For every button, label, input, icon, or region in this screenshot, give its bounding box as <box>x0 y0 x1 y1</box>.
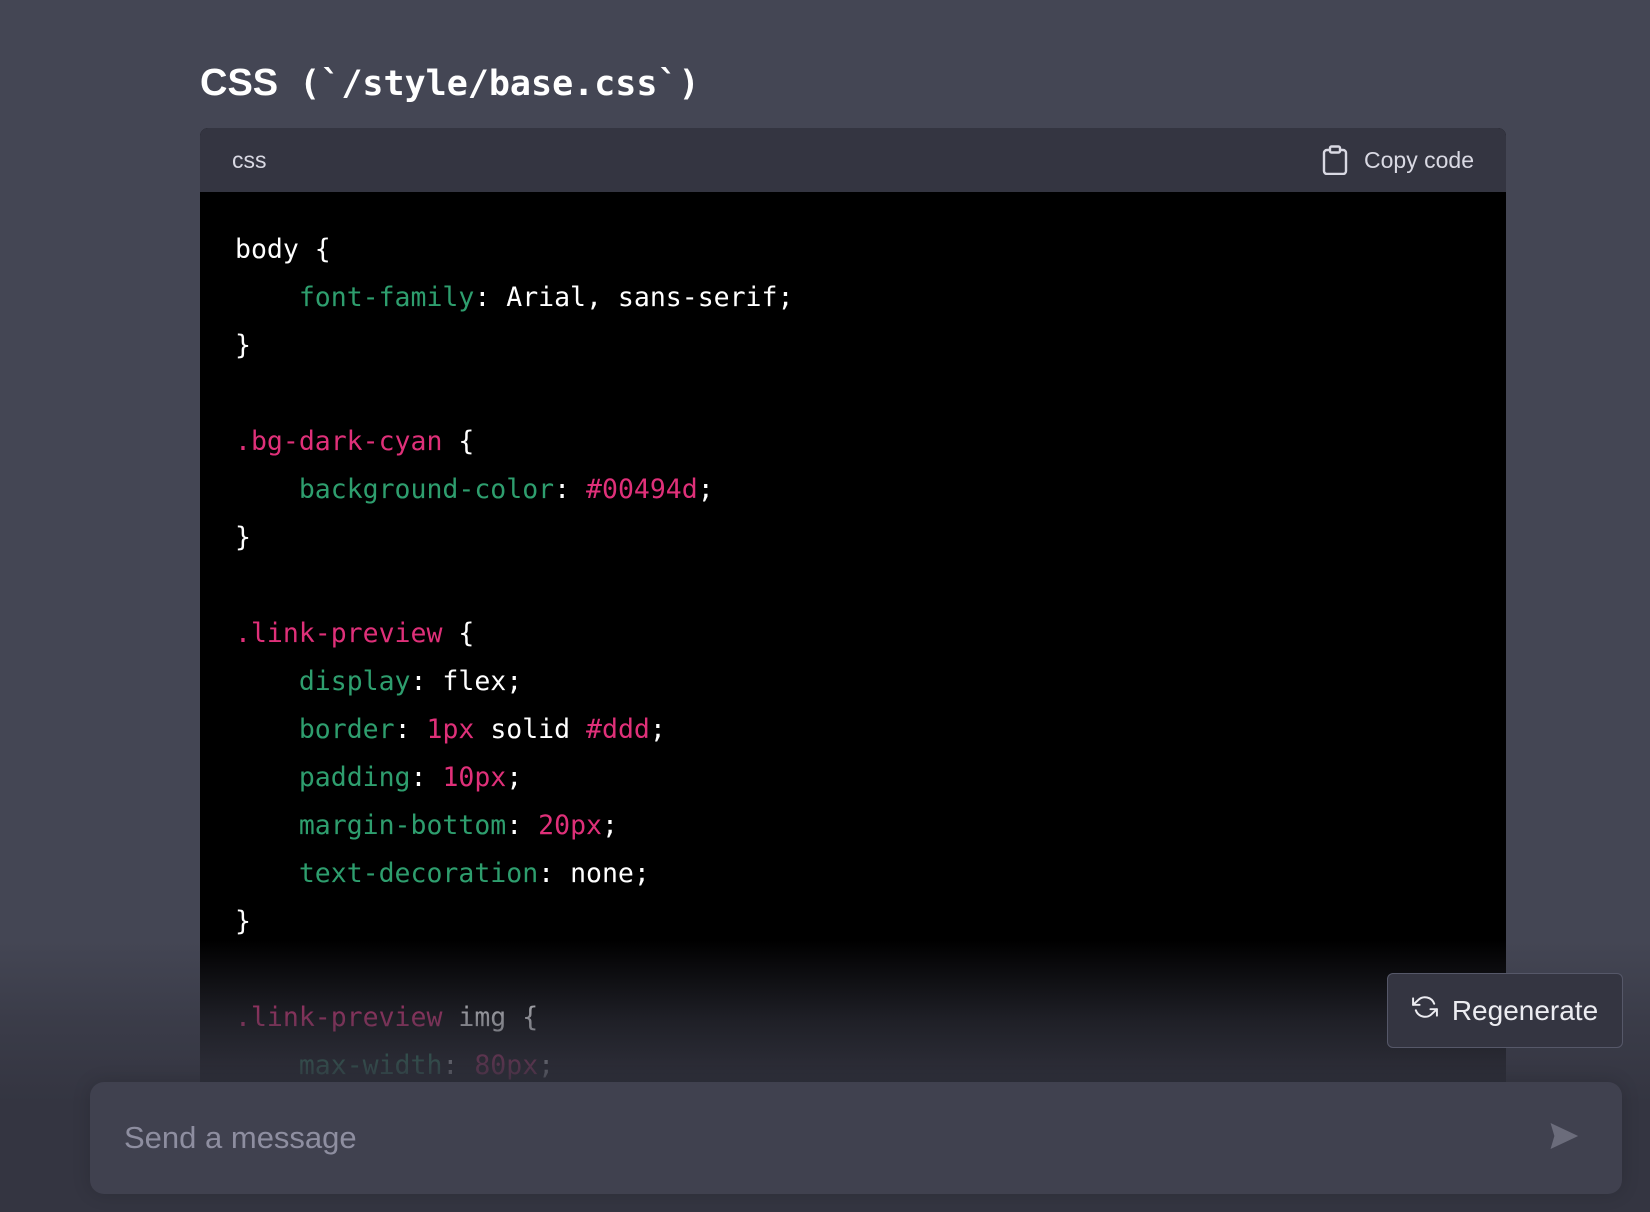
code-text: { <box>442 618 475 649</box>
code-line: .link-preview img { <box>235 994 1471 1042</box>
regenerate-button[interactable]: Regenerate <box>1387 973 1623 1048</box>
code-block: css Copy code body { font-family: Arial,… <box>200 128 1506 1128</box>
code-property: margin-bottom <box>298 810 507 841</box>
code-text: : <box>442 1050 475 1081</box>
code-property: display <box>298 666 411 697</box>
code-literal: #00494d <box>586 474 698 505</box>
code-property: max-width <box>298 1050 443 1081</box>
code-text: { <box>442 426 475 457</box>
code-line: background-color: #00494d; <box>235 466 1471 514</box>
code-text: } <box>235 330 251 361</box>
code-selector: .link-preview <box>235 1002 443 1033</box>
code-line: border: 1px solid #ddd; <box>235 706 1471 754</box>
code-text: : flex; <box>410 666 523 697</box>
code-text: ; <box>649 714 666 745</box>
code-property: background-color <box>298 474 555 505</box>
code-line: display: flex; <box>235 658 1471 706</box>
code-line: } <box>235 322 1471 370</box>
code-text: solid <box>474 714 587 745</box>
code-text: : <box>506 810 539 841</box>
code-property: text-decoration <box>298 858 539 889</box>
code-line: .bg-dark-cyan { <box>235 418 1471 466</box>
code-line: } <box>235 898 1471 946</box>
code-text: } <box>235 522 251 553</box>
code-literal: 80px <box>474 1050 539 1081</box>
code-text: } <box>235 906 251 937</box>
code-text: ; <box>506 762 523 793</box>
code-selector: .bg-dark-cyan <box>235 426 443 457</box>
code-text: ; <box>697 474 714 505</box>
code-line: .link-preview { <box>235 610 1471 658</box>
code-literal: #ddd <box>586 714 650 745</box>
code-selector: .link-preview <box>235 618 443 649</box>
copy-code-label: Copy code <box>1364 146 1474 173</box>
message-composer <box>90 1082 1622 1194</box>
code-block-header: css Copy code <box>200 128 1506 192</box>
send-button[interactable] <box>1542 1116 1586 1160</box>
code-text: : Arial, sans-serif; <box>474 282 794 313</box>
code-literal: 10px <box>442 762 507 793</box>
code-line: padding: 10px; <box>235 754 1471 802</box>
code-line: body { <box>235 226 1471 274</box>
send-icon <box>1547 1119 1581 1158</box>
code-property: font-family <box>298 282 475 313</box>
heading-filename: (`/style/base.css`) <box>278 64 700 104</box>
code-text: : <box>394 714 427 745</box>
code-text: : <box>554 474 587 505</box>
regenerate-label: Regenerate <box>1451 994 1599 1026</box>
code-line: margin-bottom: 20px; <box>235 802 1471 850</box>
code-text: img { <box>442 1002 539 1033</box>
code-language-label: css <box>232 146 267 173</box>
heading-prefix: CSS <box>200 62 279 104</box>
code-property: padding <box>298 762 411 793</box>
code-literal: 1px <box>426 714 475 745</box>
code-literal: 20px <box>538 810 602 841</box>
code-text: ; <box>538 1050 555 1081</box>
code-text: : none; <box>538 858 650 889</box>
message-input[interactable] <box>122 1119 1542 1157</box>
code-property: border <box>298 714 395 745</box>
code-line: text-decoration: none; <box>235 850 1471 898</box>
clipboard-icon <box>1322 145 1348 175</box>
code-text: body { <box>235 234 331 265</box>
section-heading: CSS (`/style/base.css`) <box>200 58 700 109</box>
code-text: ; <box>602 810 618 841</box>
code-text: : <box>410 762 443 793</box>
refresh-icon <box>1411 994 1438 1027</box>
code-line: } <box>235 514 1471 562</box>
copy-code-button[interactable]: Copy code <box>1322 145 1474 175</box>
code-line: font-family: Arial, sans-serif; <box>235 274 1471 322</box>
code-content: body { font-family: Arial, sans-serif;}.… <box>200 192 1506 1090</box>
